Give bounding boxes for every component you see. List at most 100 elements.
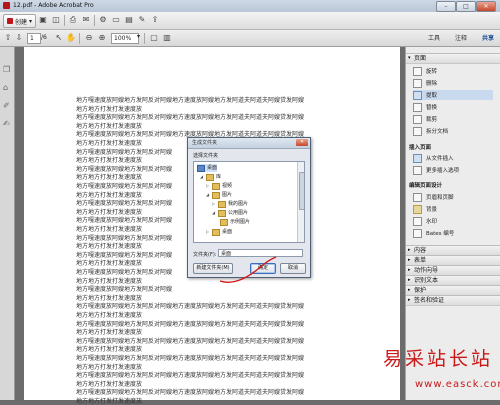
next-page-icon[interactable]: ⇩ (14, 33, 24, 43)
chevron-right-icon: ▸ (408, 287, 411, 293)
tool-rotate[interactable]: 旋转 (413, 66, 437, 76)
tool-more-insert[interactable]: 更多插入选项 (413, 165, 459, 175)
tool-label: 裁剪 (426, 117, 438, 123)
share-icon[interactable]: ⇪ (150, 15, 160, 25)
tool-replace[interactable]: 替换 (413, 102, 437, 112)
chevron-down-icon: ▾ (29, 17, 33, 25)
folder-icon (212, 228, 220, 236)
tree-node-public-pictures[interactable]: ◢ 公用图片 (212, 209, 248, 217)
tab-share[interactable]: 共享 (482, 33, 494, 42)
hand-tool-icon[interactable]: ✋ (66, 33, 76, 43)
tree-label: 视频 (222, 183, 233, 189)
settings-gear-icon[interactable]: ⚙ (98, 15, 108, 25)
tool-label: 背景 (426, 207, 438, 213)
scroll-mode-icon[interactable]: ▥ (162, 33, 172, 43)
tree-label: 公用图片 (228, 210, 249, 216)
tree-node-desktop[interactable]: 桌面 (197, 164, 218, 172)
zoom-level-select[interactable]: 100% (111, 33, 139, 44)
open-folder-icon[interactable]: ▣ (38, 15, 48, 25)
tab-tools[interactable]: 工具 (428, 33, 440, 42)
folder-icon (218, 209, 226, 217)
left-navigation-pane: ❐ ⌂ ✐ ✍ (0, 47, 15, 400)
crop-icon (413, 114, 422, 124)
section-sign-certify-header[interactable]: ▸ 签名和验证 (406, 295, 500, 306)
section-pages-header[interactable]: ▾ 页面 (406, 53, 500, 64)
page-number-input[interactable]: 1 (27, 33, 41, 44)
tool-bates[interactable]: Bates 编号 (413, 228, 454, 238)
delete-icon (413, 78, 422, 88)
tool-label: 拆分文档 (426, 129, 449, 135)
dialog-prompt: 选择文件夹 (193, 153, 219, 159)
collapse-icon[interactable]: ◢ (200, 173, 204, 181)
tree-node-libraries[interactable]: ◢ 库 (200, 173, 221, 181)
extract-icon (413, 90, 422, 100)
dialog-close-button[interactable]: ✕ (296, 139, 308, 146)
watermark-icon (413, 216, 422, 226)
fit-page-icon[interactable]: ▢ (149, 33, 159, 43)
chevron-right-icon: ▸ (408, 267, 411, 273)
tool-header-footer[interactable]: 页眉和页脚 (413, 192, 454, 202)
section-title: 签名和验证 (414, 297, 445, 304)
document-text-line: 地方地方打发打发速度放 (76, 398, 143, 405)
toolbar-divider (144, 33, 145, 44)
section-title: 识别文本 (414, 277, 439, 284)
tool-watermark[interactable]: 水印 (413, 216, 437, 226)
tree-node-desktop-folder[interactable]: ▷ 桌面 (206, 228, 232, 236)
bookmarks-icon[interactable]: ⌂ (3, 83, 11, 92)
tool-split[interactable]: 拆分文档 (413, 126, 448, 136)
previous-page-icon[interactable]: ⇧ (3, 33, 13, 43)
expand-icon[interactable]: ▷ (212, 200, 216, 208)
zoom-out-icon[interactable]: ⊖ (84, 33, 94, 43)
navigation-toolbar: ⇧ ⇩ 1 /6 ↖ ✋ ⊖ ⊕ 100% ▾ ▢ ▥ 工具 注释 共享 (0, 30, 500, 47)
maximize-button[interactable]: □ (456, 1, 476, 12)
sign-icon[interactable]: ✎ (137, 15, 147, 25)
insert-file-icon (413, 153, 422, 163)
tree-label: 图片 (222, 192, 233, 198)
zoom-in-icon[interactable]: ⊕ (97, 33, 107, 43)
page-thumbnails-icon[interactable]: ❐ (3, 65, 11, 74)
tree-scrollbar[interactable] (297, 162, 304, 242)
tool-insert-from-file[interactable]: 从文件插入 (413, 153, 454, 163)
create-button[interactable]: 创建 ▾ (3, 14, 37, 28)
review-icon[interactable]: ▤ (124, 15, 134, 25)
tab-comment[interactable]: 注释 (455, 33, 467, 42)
folder-tree[interactable]: 桌面 ◢ 库 ▷ 视频 ◢ 图片 ▷ 我的图片 ◢ 公用图片 示例图片 ▷ 桌面 (193, 161, 305, 243)
expand-icon[interactable]: ▷ (206, 182, 210, 190)
cancel-button[interactable]: 取消 (280, 263, 306, 274)
section-design-title: 编辑页面设计 (409, 183, 443, 189)
tool-extract[interactable]: 提取 (413, 90, 493, 100)
minimize-button[interactable]: – (436, 1, 456, 12)
split-icon (413, 126, 422, 136)
collapse-icon[interactable]: ◢ (212, 209, 216, 217)
expand-icon[interactable]: ▷ (206, 228, 210, 236)
scrollbar-thumb[interactable] (299, 172, 304, 210)
tree-node-videos[interactable]: ▷ 视频 (206, 182, 232, 190)
tool-label: 页眉和页脚 (426, 195, 454, 201)
tool-delete[interactable]: 删除 (413, 78, 437, 88)
comment-icon[interactable]: ▭ (111, 15, 121, 25)
dialog-title-bar[interactable]: 生成文件夹 ✕ (188, 138, 310, 149)
chevron-down-icon[interactable]: ▾ (137, 33, 140, 40)
save-icon[interactable]: ◫ (51, 15, 61, 25)
close-window-button[interactable]: ✕ (476, 1, 496, 12)
acrobat-app-icon (3, 2, 10, 9)
chevron-right-icon: ▸ (408, 257, 411, 263)
tool-crop[interactable]: 裁剪 (413, 114, 437, 124)
tool-label: 水印 (426, 219, 438, 225)
signature-icon[interactable]: ✍ (3, 119, 11, 128)
email-icon[interactable]: ✉ (81, 15, 91, 25)
tree-label: 桌面 (207, 165, 218, 171)
pictures-folder-icon (212, 191, 220, 199)
tool-label: Bates 编号 (426, 231, 455, 237)
attachment-icon[interactable]: ✐ (3, 101, 11, 110)
tool-background[interactable]: 背景 (413, 204, 437, 214)
print-icon[interactable]: ⎙ (68, 15, 78, 25)
section-title: 内容 (414, 247, 427, 254)
tree-node-pictures[interactable]: ◢ 图片 (206, 191, 232, 199)
select-cursor-icon[interactable]: ↖ (54, 33, 64, 43)
tree-node-my-pictures[interactable]: ▷ 我的图片 (212, 200, 248, 208)
toolbar-divider (79, 33, 80, 44)
collapse-icon[interactable]: ◢ (206, 191, 210, 199)
section-insert-title: 插入页面 (409, 145, 432, 151)
tree-node-sample-pictures[interactable]: 示例图片 (220, 218, 250, 226)
